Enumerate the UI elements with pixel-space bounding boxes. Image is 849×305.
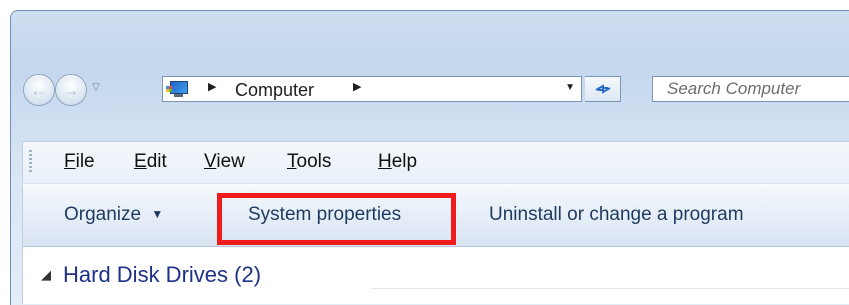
toolbar-grip[interactable]	[29, 150, 32, 174]
forward-button[interactable]: →	[55, 74, 87, 106]
search-input[interactable]	[653, 77, 849, 101]
breadcrumb-computer[interactable]: Computer	[235, 80, 314, 101]
refresh-icon	[595, 84, 610, 94]
chevron-right-icon[interactable]: ▶	[353, 80, 361, 93]
menu-tools[interactable]: Tools	[287, 151, 331, 173]
menu-file[interactable]: File	[64, 151, 95, 173]
collapse-triangle-icon[interactable]: ◢	[41, 267, 51, 283]
back-button[interactable]: ←	[23, 74, 55, 106]
uninstall-program-button[interactable]: Uninstall or change a program	[489, 204, 744, 226]
address-dropdown-icon[interactable]: ▼	[565, 82, 575, 93]
group-divider	[371, 288, 849, 289]
chevron-down-icon: ▼	[151, 207, 164, 221]
forward-arrow-icon: →	[62, 79, 80, 100]
chevron-right-icon[interactable]: ▶	[208, 80, 216, 93]
back-arrow-icon: ←	[30, 79, 48, 100]
highlight-annotation	[217, 193, 456, 245]
group-header-hard-disk-drives[interactable]: ◢ Hard Disk Drives (2)	[41, 262, 261, 288]
organize-button[interactable]: Organize ▼	[64, 204, 163, 226]
chevron-down-icon: ▽	[92, 82, 100, 93]
address-bar[interactable]: ▶ Computer ▶ ▼	[162, 76, 582, 102]
menu-edit[interactable]: Edit	[134, 151, 167, 173]
menu-bar: File Edit View Tools Help	[22, 141, 849, 183]
refresh-button[interactable]	[585, 76, 621, 102]
menu-view[interactable]: View	[204, 151, 245, 173]
content-pane: ◢ Hard Disk Drives (2)	[22, 247, 849, 304]
computer-icon	[166, 80, 188, 98]
menu-help[interactable]: Help	[378, 151, 417, 173]
recent-pages-dropdown[interactable]: ▽	[89, 81, 103, 95]
search-box[interactable]	[652, 76, 849, 102]
